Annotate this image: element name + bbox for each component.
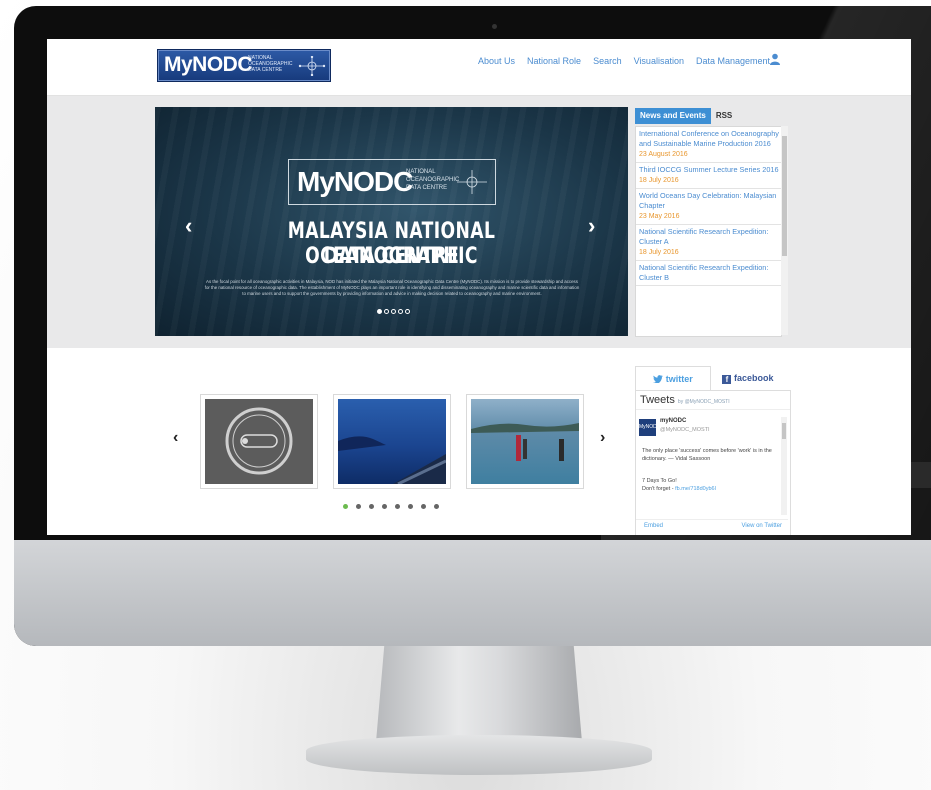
list-item: National Scientific Research Expedition:…	[636, 261, 781, 286]
nav-national-role[interactable]: National Role	[527, 56, 581, 66]
news-title[interactable]: World Oceans Day Celebration: Malaysian …	[639, 191, 779, 211]
tweet-link[interactable]: fb.me/718d0yb6l	[675, 486, 716, 492]
main-nav: About Us National Role Search Visualisat…	[478, 56, 770, 66]
logo-subtitle: NATIONAL OCEANOGRAPHIC DATA CENTRE	[248, 55, 293, 73]
carousel-dot[interactable]	[382, 504, 387, 509]
carousel-dot[interactable]	[421, 504, 426, 509]
carousel-dot[interactable]	[356, 504, 361, 509]
carousel-prev-arrow[interactable]: ‹	[173, 429, 178, 447]
nav-visualisation[interactable]: Visualisation	[634, 56, 684, 66]
monitor-chin	[14, 540, 931, 646]
slide-logo-text: MyNODC	[297, 166, 413, 197]
facebook-f-icon: f	[722, 375, 732, 384]
tweet-line-with-link: Don't forget - fb.me/718d0yb6l	[642, 485, 778, 493]
slider-dot[interactable]	[391, 309, 396, 314]
slider-dot[interactable]	[384, 309, 389, 314]
facebook-tab-label: facebook	[734, 373, 774, 383]
tweets-scrollbar-thumb[interactable]	[782, 423, 786, 439]
tweet-line: 7 Days To Go!	[642, 478, 677, 484]
nav-search[interactable]: Search	[593, 56, 622, 66]
tweets-header: Tweets by @MyNODC_MOSTI	[636, 391, 790, 410]
mynodc-emblem-image	[205, 399, 313, 484]
slider-prev-arrow[interactable]: ‹	[185, 213, 192, 239]
slide-description: As the focal point for all oceanographic…	[204, 279, 580, 296]
tweets-by[interactable]: by @MyNODC_MOSTI	[678, 399, 730, 405]
tweet-author-handle[interactable]: @MyNODC_MOSTI	[660, 427, 710, 433]
list-item: National Scientific Research Expedition:…	[636, 225, 781, 261]
carousel-thumb-beach[interactable]	[466, 394, 584, 489]
network-icon	[298, 56, 326, 76]
tweets-scrollbar[interactable]	[781, 417, 787, 515]
news-tabs: News and Events RSS	[635, 108, 737, 124]
nav-about-us[interactable]: About Us	[478, 56, 515, 66]
news-scrollbar-thumb[interactable]	[782, 136, 787, 256]
news-panel: News and Events RSS International Confer…	[635, 108, 789, 337]
carousel-dots	[343, 504, 439, 509]
slider-dot[interactable]	[398, 309, 403, 314]
hero-slider: MyNODC NATIONAL OCEANOGRAPHIC DATA CENTR…	[155, 107, 628, 336]
twitter-bird-icon	[653, 375, 664, 384]
list-item: Third IOCCG Summer Lecture Series 2016 1…	[636, 163, 781, 189]
slide-logo: MyNODC NATIONAL OCEANOGRAPHIC DATA CENTR…	[288, 159, 496, 205]
embed-link[interactable]: Embed	[644, 523, 663, 529]
view-on-twitter-link[interactable]: View on Twitter	[742, 523, 782, 529]
carousel-thumb-logo[interactable]	[200, 394, 318, 489]
avatar[interactable]: MyNODC	[639, 419, 660, 436]
news-scrollbar[interactable]	[781, 126, 788, 335]
tab-twitter[interactable]: twitter	[635, 366, 711, 390]
monitor-stand-base	[306, 735, 652, 775]
site-logo[interactable]: MyNODC NATIONAL OCEANOGRAPHIC DATA CENTR…	[157, 49, 331, 82]
twitter-tab-label: twitter	[665, 374, 693, 384]
news-date: 23 May 2016	[639, 213, 680, 220]
news-title[interactable]: National Scientific Research Expedition:…	[639, 263, 779, 283]
news-title[interactable]: Third IOCCG Summer Lecture Series 2016	[639, 165, 779, 175]
sea-photo-image	[338, 399, 447, 486]
tweet-text: The only place 'success' comes before 'w…	[642, 448, 772, 462]
logo-text: MyNODC	[164, 53, 253, 76]
social-widget: twitter f facebook Tweets by @MyNODC_MOS…	[635, 366, 791, 535]
slide-title-line2: DATA CENTRE	[323, 244, 460, 269]
slider-dots	[377, 309, 410, 314]
news-list: International Conference on Oceanography…	[635, 126, 782, 337]
social-tabs: twitter f facebook	[635, 366, 789, 390]
nav-data-management[interactable]: Data Management	[696, 56, 770, 66]
website-screen: MyNODC NATIONAL OCEANOGRAPHIC DATA CENTR…	[47, 39, 911, 535]
tweets-heading: Tweets	[640, 394, 675, 406]
carousel-dot[interactable]	[434, 504, 439, 509]
tweets-footer: Embed View on Twitter	[636, 519, 788, 529]
carousel-dot[interactable]	[343, 504, 348, 509]
carousel-next-arrow[interactable]: ›	[600, 429, 605, 447]
carousel-dot[interactable]	[408, 504, 413, 509]
tweet-line-text: Don't forget -	[642, 486, 674, 492]
news-title[interactable]: National Scientific Research Expedition:…	[639, 227, 779, 247]
news-date: 23 August 2016	[639, 151, 688, 158]
news-date: 18 July 2016	[639, 177, 679, 184]
camera-icon	[492, 24, 497, 29]
tweet-text-second: 7 Days To Go! Don't forget - fb.me/718d0…	[642, 477, 778, 493]
list-item: World Oceans Day Celebration: Malaysian …	[636, 189, 781, 225]
navbar: MyNODC NATIONAL OCEANOGRAPHIC DATA CENTR…	[47, 39, 911, 96]
slider-next-arrow[interactable]: ›	[588, 213, 595, 239]
user-icon[interactable]	[769, 53, 781, 65]
tweet-author-name[interactable]: myNODC	[660, 418, 686, 424]
slider-dot[interactable]	[377, 309, 382, 314]
news-title[interactable]: International Conference on Oceanography…	[639, 129, 779, 149]
carousel-thumb-sea[interactable]	[333, 394, 451, 489]
carousel-dot[interactable]	[395, 504, 400, 509]
tab-rss[interactable]: RSS	[711, 108, 737, 124]
carousel-dot[interactable]	[369, 504, 374, 509]
list-item: International Conference on Oceanography…	[636, 127, 781, 163]
monitor-stand-neck	[376, 646, 582, 742]
tab-facebook[interactable]: f facebook	[711, 366, 785, 390]
beach-photo-image	[471, 399, 579, 484]
tab-news-and-events[interactable]: News and Events	[635, 108, 711, 124]
network-icon	[457, 170, 487, 194]
slider-dot[interactable]	[405, 309, 410, 314]
tweets-feed: Tweets by @MyNODC_MOSTI MyNODC myNODC @M…	[635, 390, 791, 535]
news-date: 18 July 2016	[639, 249, 679, 256]
